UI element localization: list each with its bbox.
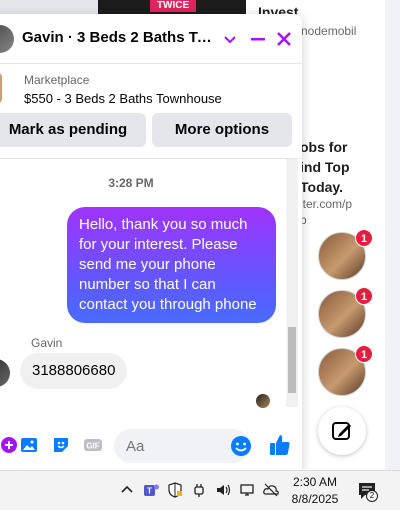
chat-scrollbar[interactable] [286,159,298,407]
avatar[interactable] [0,25,14,53]
gif-icon[interactable]: GIF [82,434,104,456]
minimize-icon[interactable] [246,27,270,51]
chat-head[interactable]: 1 [318,229,373,280]
scrollbar-thumb[interactable] [288,327,296,393]
svg-text:T: T [147,487,152,496]
emoji-icon[interactable] [230,435,252,457]
chevron-up-icon[interactable] [118,481,136,499]
incoming-message[interactable]: 3188806680 [20,353,128,389]
sponsored-ad-text[interactable]: obs for ind Top Today. [300,137,390,197]
chat-title[interactable]: Gavin · 3 Beds 2 Baths Townhouse [22,29,220,46]
mark-as-pending-button[interactable]: Mark as pending [0,113,146,147]
chat-head[interactable]: 1 [318,287,373,338]
more-options-button[interactable]: More options [152,113,292,147]
compose-icon [332,422,351,440]
thumbs-up-icon[interactable] [268,433,292,457]
security-shield-icon[interactable] [166,481,184,499]
unread-badge: 1 [355,229,373,247]
notification-count-badge: 2 [366,490,378,502]
listing-title: $550 - 3 Beds 2 Baths Townhouse [24,91,222,106]
gif-label: GIF [86,442,99,451]
page-scrollbar[interactable] [385,0,400,470]
network-icon[interactable] [238,481,256,499]
close-icon[interactable] [272,27,296,51]
chat-header[interactable]: Gavin · 3 Beds 2 Baths Townhouse [0,14,302,64]
teams-icon[interactable]: T [142,481,160,499]
composer: GIF [0,420,302,470]
listing-thumbnail [0,73,2,103]
taskbar: T 2:30 AM 8/8/2025 2 [0,470,400,510]
chevron-down-icon[interactable] [218,27,242,51]
chat-head[interactable]: 1 [318,345,373,396]
new-message-button[interactable] [318,407,366,455]
background-banner: TWICE [150,0,196,12]
sponsored-ad-url[interactable]: iter.com/p b [300,196,352,228]
avatar[interactable] [0,359,10,387]
screen: TWICE Invest nodemobil obs for ind Top T… [0,0,400,510]
sender-name: Gavin [31,336,63,350]
cloud-sync-off-icon[interactable] [262,481,280,499]
seen-indicator-avatar [256,394,270,408]
marketplace-listing[interactable]: Marketplace $550 - 3 Beds 2 Baths Townho… [0,65,302,113]
clock-time[interactable]: 2:30 AM [290,475,340,489]
clock-date[interactable]: 8/8/2025 [286,492,344,506]
message-timestamp: 3:28 PM [108,176,154,190]
power-plug-icon[interactable] [190,481,208,499]
image-icon[interactable] [18,434,40,456]
outgoing-message[interactable]: Hello, thank you so much for your intere… [67,207,276,323]
sticker-icon[interactable] [50,434,72,456]
volume-icon[interactable] [214,481,232,499]
divider [0,158,302,159]
listing-source: Marketplace [24,73,90,87]
unread-badge: 1 [355,287,373,305]
site-fragment: nodemobil [301,24,357,38]
chat-window: Gavin · 3 Beds 2 Baths Townhouse Marketp… [0,14,302,470]
unread-badge: 1 [355,345,373,363]
plus-circle-icon[interactable] [0,434,20,456]
